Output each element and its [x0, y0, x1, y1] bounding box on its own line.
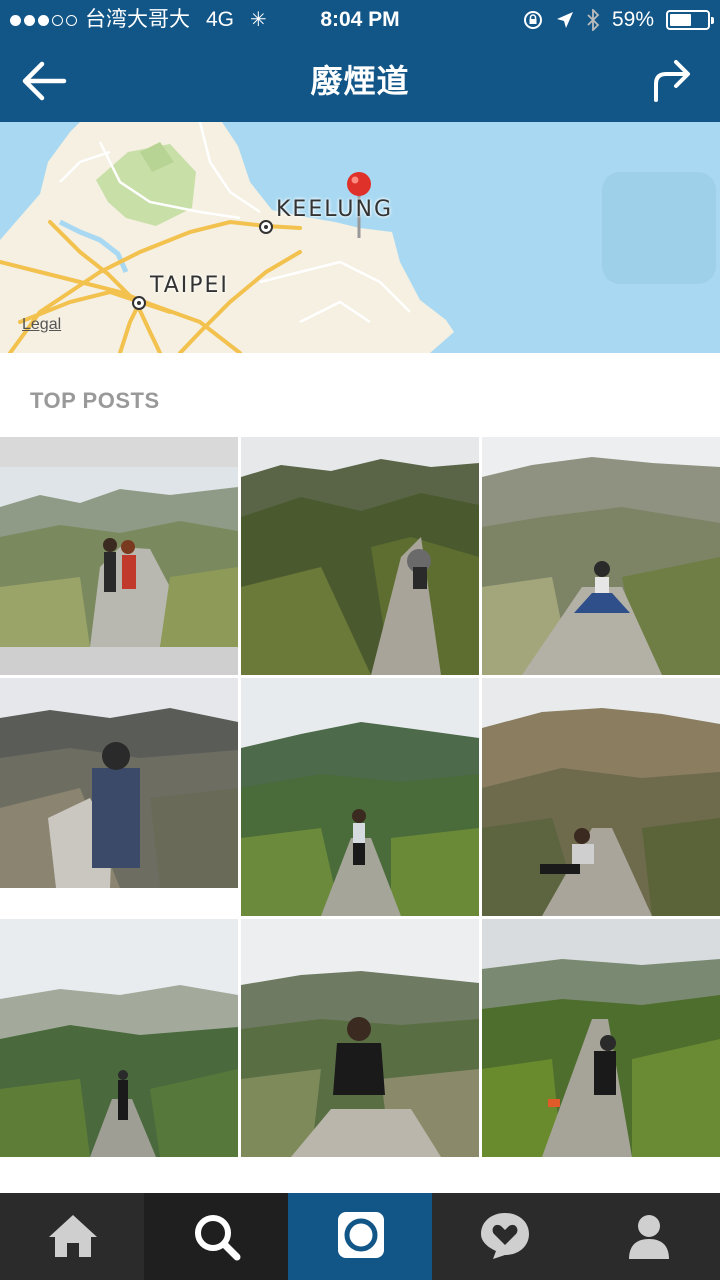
map-legal-link[interactable]: Legal [22, 316, 61, 334]
map-label-taipei: TAIPEI [150, 273, 229, 298]
top-posts-grid [0, 437, 720, 1157]
rotation-lock-icon [523, 11, 542, 29]
page-title: 廢煙道 [310, 63, 410, 99]
camera-icon [338, 1212, 384, 1258]
post-thumbnail-5[interactable] [241, 678, 479, 916]
profile-icon [629, 1215, 669, 1259]
bottom-tab-bar [0, 1193, 720, 1280]
map-label-keelung: KEELUNG [276, 197, 393, 222]
grid-footer-space [0, 1158, 720, 1193]
top-bar: 台湾大哥大 4G ✳ 8:04 PM 59% 廢煙道 [0, 0, 720, 122]
map-overlay-control [602, 172, 716, 284]
battery-percent: 59% [611, 8, 654, 31]
bluetooth-icon [587, 9, 600, 31]
tab-camera[interactable] [288, 1193, 432, 1280]
search-icon [195, 1215, 241, 1261]
arrow-left-icon[interactable] [20, 58, 68, 104]
post-thumbnail-4[interactable] [0, 678, 238, 916]
post-thumbnail-9[interactable] [482, 919, 720, 1157]
post-thumbnail-2[interactable] [241, 437, 479, 675]
post-thumbnail-8[interactable] [241, 919, 479, 1157]
share-arrow-icon[interactable] [650, 56, 694, 106]
status-bar: 台湾大哥大 4G ✳ 8:04 PM 59% [0, 0, 720, 40]
post-thumbnail-3[interactable] [482, 437, 720, 675]
heart-bubble-icon [481, 1213, 529, 1259]
battery-icon [666, 10, 714, 30]
home-icon [49, 1215, 97, 1257]
tab-profile[interactable] [576, 1193, 720, 1280]
tab-home[interactable] [0, 1193, 144, 1280]
tab-activity[interactable] [432, 1193, 576, 1280]
tab-search[interactable] [144, 1193, 288, 1280]
post-thumbnail-1[interactable] [0, 437, 238, 675]
section-title: TOP POSTS [30, 388, 160, 413]
navigation-bar: 廢煙道 [0, 40, 720, 122]
post-thumbnail-7[interactable] [0, 919, 238, 1157]
location-arrow-icon [556, 12, 573, 28]
post-thumbnail-6[interactable] [482, 678, 720, 916]
location-map[interactable]: KEELUNG TAIPEI Legal [0, 122, 720, 353]
